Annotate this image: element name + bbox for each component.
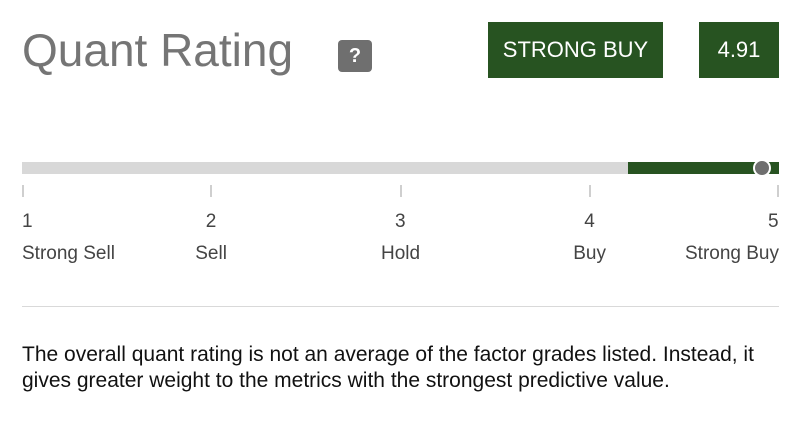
- rating-score-badge: 4.91: [699, 22, 779, 78]
- scale-label: Strong Sell: [22, 243, 115, 264]
- scale-number: 3: [395, 211, 406, 232]
- scale-number: 1: [22, 211, 33, 232]
- scale-number: 2: [205, 211, 217, 232]
- help-icon[interactable]: ?: [338, 40, 372, 72]
- scale-tick: [399, 185, 402, 197]
- scale-label: Buy: [573, 243, 606, 264]
- scale-label: Strong Buy: [685, 243, 779, 264]
- rating-badge: STRONG BUY: [488, 22, 663, 78]
- scale-tick: [777, 185, 779, 197]
- scale-number: 4: [584, 211, 595, 232]
- rating-scale-track: [22, 162, 779, 174]
- scale-number: 5: [768, 211, 779, 232]
- scale-tick: [210, 185, 213, 197]
- scale-label: Hold: [381, 243, 421, 264]
- scale-tick: [588, 185, 591, 197]
- page-title: Quant Rating: [22, 24, 294, 76]
- scale-tick: [22, 185, 24, 197]
- rating-marker[interactable]: [752, 159, 771, 177]
- rating-explanation: The overall quant rating is not an avera…: [22, 343, 754, 392]
- scale-label: Sell: [195, 243, 227, 264]
- divider: [22, 306, 779, 307]
